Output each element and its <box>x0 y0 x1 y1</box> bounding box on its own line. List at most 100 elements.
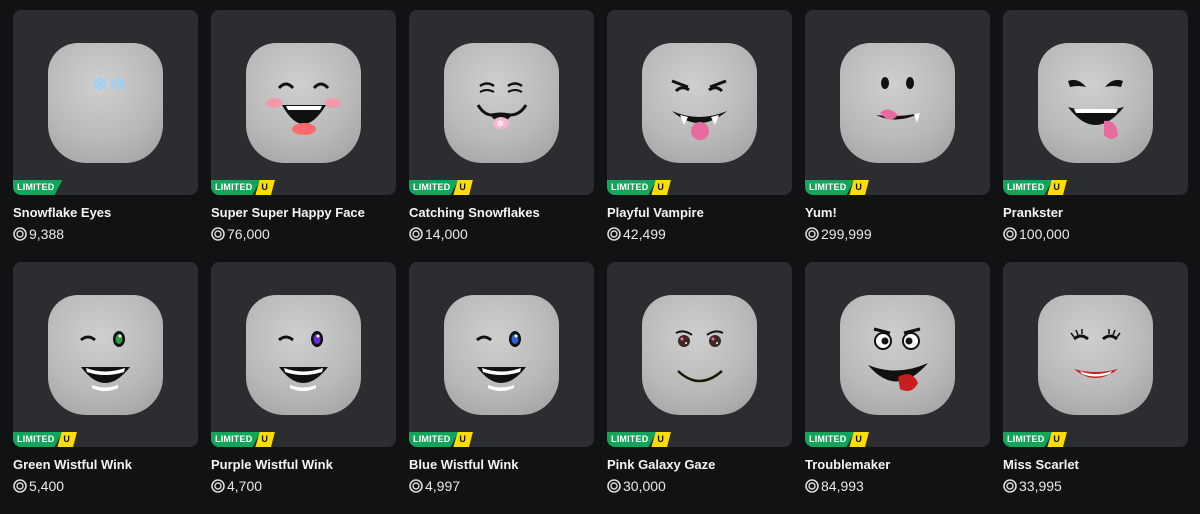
troublemaker-face-icon <box>868 327 928 391</box>
prankster-face-icon <box>1068 79 1124 139</box>
limited-label: LIMITED <box>607 432 657 447</box>
item-price: 100,000 <box>1003 226 1188 242</box>
item-card[interactable]: LIMITED U Blue Wistful Wink 4,997 <box>409 262 594 514</box>
avatar-head <box>642 43 757 163</box>
limited-label: LIMITED <box>607 180 657 195</box>
price-value: 84,993 <box>821 478 864 494</box>
item-card[interactable]: LIMITED U Prankster 100,000 <box>1003 10 1188 262</box>
item-name[interactable]: Super Super Happy Face <box>211 205 396 220</box>
pink-galaxy-face-icon <box>675 330 724 383</box>
limited-badge: LIMITED U <box>805 180 869 195</box>
avatar-head <box>1038 43 1153 163</box>
limited-badge: LIMITED <box>13 180 63 195</box>
item-card[interactable]: LIMITED U Troublemaker 84,993 <box>805 262 990 514</box>
snowflake-eyes-face-icon: ❄❄ <box>92 72 126 96</box>
limited-label: LIMITED <box>13 432 63 447</box>
item-price: 76,000 <box>211 226 396 242</box>
super-happy-face-icon <box>266 82 341 135</box>
item-thumbnail[interactable]: LIMITED U <box>1003 262 1188 447</box>
item-thumbnail[interactable]: LIMITED U <box>607 10 792 195</box>
robux-icon <box>211 479 225 493</box>
price-value: 33,995 <box>1019 478 1062 494</box>
item-price: 84,993 <box>805 478 990 494</box>
playful-vampire-face-icon <box>671 79 727 140</box>
item-name[interactable]: Snowflake Eyes <box>13 205 198 220</box>
svg-text:❄: ❄ <box>496 119 504 130</box>
item-card[interactable]: LIMITED U Super Super Happy Face 76,000 <box>211 10 396 262</box>
robux-icon <box>1003 227 1017 241</box>
blue-wink-face-icon <box>476 331 526 391</box>
limited-label: LIMITED <box>805 180 855 195</box>
item-name[interactable]: Blue Wistful Wink <box>409 457 594 472</box>
item-card[interactable]: LIMITED U Purple Wistful Wink 4,700 <box>211 262 396 514</box>
item-name[interactable]: Purple Wistful Wink <box>211 457 396 472</box>
item-name[interactable]: Troublemaker <box>805 457 990 472</box>
limited-badge: LIMITED U <box>211 180 275 195</box>
avatar-head <box>1038 295 1153 415</box>
item-card[interactable]: LIMITED U Miss Scarlet 33,995 <box>1003 262 1188 514</box>
item-name[interactable]: Miss Scarlet <box>1003 457 1188 472</box>
item-card[interactable]: LIMITED U Yum! 299,999 <box>805 10 990 262</box>
item-price: 9,388 <box>13 226 198 242</box>
avatar-head: ❄❄ <box>48 43 163 163</box>
price-value: 30,000 <box>623 478 666 494</box>
item-thumbnail[interactable]: LIMITED U <box>607 262 792 447</box>
item-name[interactable]: Playful Vampire <box>607 205 792 220</box>
avatar-head <box>840 43 955 163</box>
limited-badge: LIMITED U <box>1003 432 1067 447</box>
limited-badge: LIMITED U <box>805 432 869 447</box>
avatar-head <box>246 295 361 415</box>
robux-icon <box>211 227 225 241</box>
catalog-grid: ❄❄ LIMITED Snowflake Eyes 9,388 LIMITED U… <box>13 10 1188 514</box>
item-thumbnail[interactable]: LIMITED U <box>13 262 198 447</box>
item-thumbnail[interactable]: LIMITED U <box>211 262 396 447</box>
price-value: 9,388 <box>29 226 65 242</box>
item-name[interactable]: Yum! <box>805 205 990 220</box>
limited-badge: LIMITED U <box>13 432 77 447</box>
robux-icon <box>805 227 819 241</box>
item-card[interactable]: LIMITED U Pink Galaxy Gaze 30,000 <box>607 262 792 514</box>
item-card[interactable]: LIMITED U Green Wistful Wink 5,400 <box>13 262 198 514</box>
limited-badge: LIMITED U <box>211 432 275 447</box>
robux-icon <box>409 227 423 241</box>
item-price: 42,499 <box>607 226 792 242</box>
price-value: 4,997 <box>425 478 461 494</box>
item-thumbnail[interactable]: LIMITED U <box>1003 10 1188 195</box>
catching-snowflakes-face-icon: ❄ <box>476 82 528 130</box>
limited-badge: LIMITED U <box>1003 180 1067 195</box>
item-name[interactable]: Prankster <box>1003 205 1188 220</box>
item-card[interactable]: LIMITED U Playful Vampire 42,499 <box>607 10 792 262</box>
item-card[interactable]: ❄ LIMITED U Catching Snowflakes 14,000 <box>409 10 594 262</box>
limited-label: LIMITED <box>409 432 459 447</box>
yum-face-icon <box>876 77 920 123</box>
price-value: 14,000 <box>425 226 468 242</box>
limited-label: LIMITED <box>211 432 261 447</box>
avatar-head <box>246 43 361 163</box>
item-thumbnail[interactable]: LIMITED U <box>805 262 990 447</box>
item-price: 30,000 <box>607 478 792 494</box>
robux-icon <box>805 479 819 493</box>
limited-badge: LIMITED U <box>607 432 671 447</box>
item-price: 5,400 <box>13 478 198 494</box>
robux-icon <box>607 479 621 493</box>
item-name[interactable]: Green Wistful Wink <box>13 457 198 472</box>
item-thumbnail[interactable]: ❄ LIMITED U <box>409 10 594 195</box>
price-value: 299,999 <box>821 226 872 242</box>
item-name[interactable]: Catching Snowflakes <box>409 205 594 220</box>
item-thumbnail[interactable]: ❄❄ LIMITED <box>13 10 198 195</box>
item-price: 4,700 <box>211 478 396 494</box>
robux-icon <box>409 479 423 493</box>
item-card[interactable]: ❄❄ LIMITED Snowflake Eyes 9,388 <box>13 10 198 262</box>
price-value: 4,700 <box>227 478 263 494</box>
limited-badge: LIMITED U <box>607 180 671 195</box>
green-wink-face-icon <box>80 331 130 391</box>
item-thumbnail[interactable]: LIMITED U <box>211 10 396 195</box>
avatar-head <box>642 295 757 415</box>
robux-icon <box>13 227 27 241</box>
limited-badge: LIMITED U <box>409 180 473 195</box>
item-name[interactable]: Pink Galaxy Gaze <box>607 457 792 472</box>
item-thumbnail[interactable]: LIMITED U <box>409 262 594 447</box>
item-price: 14,000 <box>409 226 594 242</box>
item-thumbnail[interactable]: LIMITED U <box>805 10 990 195</box>
item-price: 4,997 <box>409 478 594 494</box>
